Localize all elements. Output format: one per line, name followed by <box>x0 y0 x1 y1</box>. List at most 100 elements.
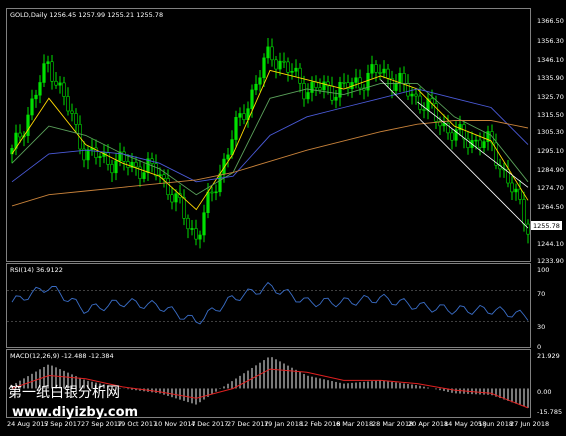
candle-body <box>218 173 222 193</box>
candle-body <box>38 82 42 96</box>
rsi-line <box>11 281 529 325</box>
candle-body <box>210 191 214 194</box>
candle-body <box>58 82 62 86</box>
candle-body <box>382 68 386 74</box>
date-tick: 4 Dec 2017 <box>191 420 228 428</box>
candle-body <box>258 77 262 85</box>
macd-tick: 0.00 <box>537 388 551 396</box>
candle-body <box>50 61 54 82</box>
price-tick: 1305.30 <box>537 128 564 136</box>
date-tick: 10 Nov 2017 <box>154 420 196 428</box>
candle-body <box>190 228 194 230</box>
rsi-tick: 0 <box>537 343 541 351</box>
candle-body <box>230 139 234 156</box>
candle-body <box>518 188 522 200</box>
candle-body <box>270 46 274 61</box>
rsi-tick: 30 <box>537 323 545 331</box>
candle-body <box>402 73 406 84</box>
price-tick: 1335.90 <box>537 74 564 82</box>
candle-body <box>122 151 126 162</box>
candle-body <box>250 89 254 110</box>
candle-body <box>110 164 114 174</box>
candle-body <box>226 154 230 160</box>
candle-body <box>422 109 426 111</box>
macd-tick: 21.929 <box>537 352 560 360</box>
price-tick: 1356.30 <box>537 37 564 45</box>
candle-body <box>306 92 310 100</box>
date-tick: 12 Feb 2018 <box>300 420 340 428</box>
candle-body <box>254 83 258 91</box>
candle-body <box>526 223 530 235</box>
candle-body <box>514 188 518 193</box>
candle-body <box>450 132 454 141</box>
candle-body <box>98 156 102 159</box>
chart-canvas[interactable]: GOLD,Daily 1256.45 1257.99 1255.21 1255.… <box>0 0 566 436</box>
price-tick: 1315.50 <box>537 111 564 119</box>
price-panel <box>10 38 530 249</box>
candle-body <box>294 67 298 72</box>
candle-body <box>386 68 390 79</box>
candle-body <box>478 139 482 148</box>
candle-body <box>262 57 266 79</box>
trendline <box>417 101 529 188</box>
candle-body <box>342 82 346 84</box>
date-tick: 5 Jun 2018 <box>478 420 513 428</box>
date-tick: 19 Oct 2017 <box>117 420 157 428</box>
watermark-chinese: 第一纸白银分析网 <box>8 384 120 401</box>
candle-body <box>166 178 170 196</box>
macd-header: MACD(12,26,9) -12.488 -12.384 <box>10 352 114 360</box>
candle-body <box>186 218 190 230</box>
date-tick: 20 Apr 2018 <box>408 420 448 428</box>
price-tick: 1233.90 <box>537 257 564 265</box>
candle-body <box>286 61 290 73</box>
candle-body <box>142 172 146 179</box>
price-tick: 1295.10 <box>537 147 564 155</box>
date-tick: 5 Sep 2017 <box>44 420 81 428</box>
price-tick: 1284.90 <box>537 166 564 174</box>
candle-body <box>66 96 70 112</box>
date-tick: 24 Aug 2017 <box>7 420 49 428</box>
candle-body <box>74 113 78 125</box>
candle-body <box>134 161 138 168</box>
watermark-url: www.diyizby.com <box>12 405 138 420</box>
date-tick: 19 Jan 2018 <box>264 420 303 428</box>
candle-body <box>198 234 202 240</box>
candle-body <box>338 82 342 98</box>
chart-window[interactable]: GOLD,Daily 1256.45 1257.99 1255.21 1255.… <box>0 0 566 436</box>
candle-body <box>522 199 526 225</box>
candle-body <box>214 191 218 194</box>
candle-body <box>418 95 422 110</box>
candle-body <box>86 149 90 161</box>
macd-tick: -15.785 <box>537 408 562 416</box>
candle-body <box>278 60 282 70</box>
price-tick: 1325.70 <box>537 93 564 101</box>
candle-body <box>394 82 398 91</box>
price-tick: 1244.10 <box>537 240 564 248</box>
candle-body <box>322 81 326 91</box>
candle-body <box>274 59 278 70</box>
candle-body <box>234 117 238 140</box>
price-tick: 1346.10 <box>537 56 564 64</box>
candle-body <box>30 98 34 116</box>
candle-body <box>46 61 50 64</box>
candle-body <box>370 64 374 74</box>
candle-body <box>54 80 58 86</box>
rsi-header: RSI(14) 36.9122 <box>10 266 63 274</box>
candle-body <box>170 194 174 203</box>
candle-body <box>510 182 514 193</box>
rsi-tick: 70 <box>537 290 545 298</box>
rsi-panel <box>7 281 530 325</box>
candle-body <box>238 113 242 118</box>
candle-body <box>410 93 414 97</box>
candle-body <box>242 113 246 121</box>
candle-body <box>334 96 338 101</box>
candle-body <box>290 71 294 73</box>
date-axis: 24 Aug 2017 5 Sep 2017 27 Sep 2017 19 Oc… <box>7 420 549 428</box>
price-tick: 1274.70 <box>537 184 564 192</box>
candle-body <box>194 228 198 240</box>
candle-body <box>482 141 486 148</box>
candle-body <box>42 63 46 83</box>
symbol-header: GOLD,Daily 1256.45 1257.99 1255.21 1255.… <box>10 11 163 19</box>
candle-body <box>474 139 478 142</box>
candle-body <box>18 132 22 138</box>
